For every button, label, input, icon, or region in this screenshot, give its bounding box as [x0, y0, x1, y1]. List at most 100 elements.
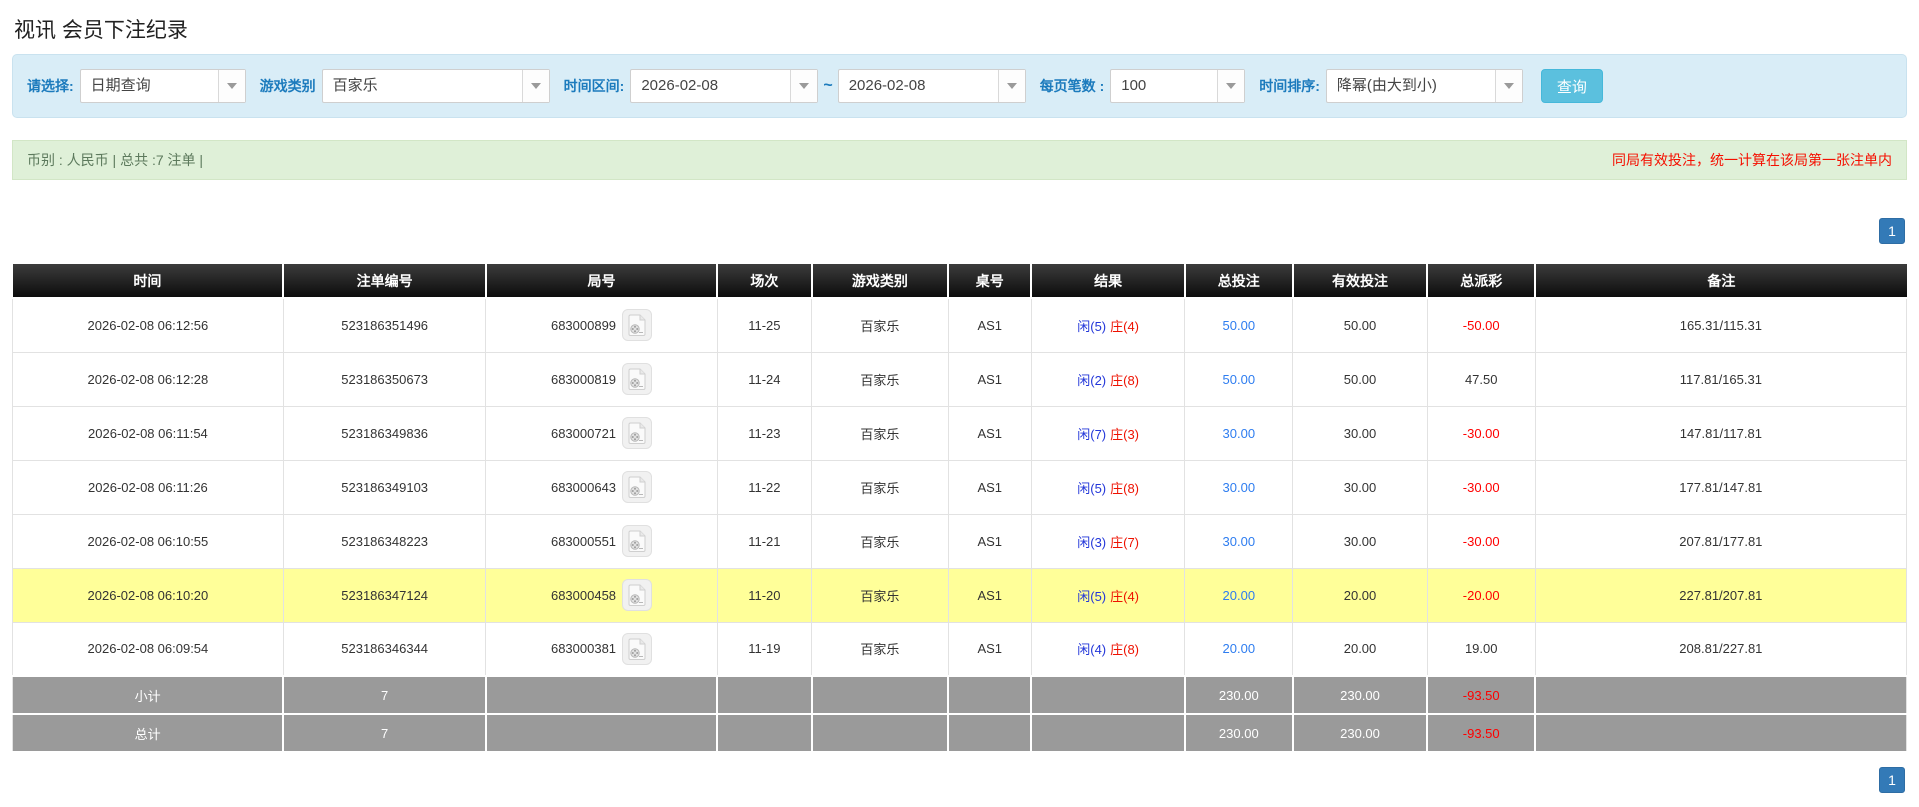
game-type-value: 百家乐	[323, 70, 522, 102]
subtotal-row: 小计7230.00230.00-93.50	[13, 676, 1907, 714]
cell-total-bet: 30.00	[1185, 406, 1293, 460]
cell-payout: 47.50	[1427, 352, 1535, 406]
header-remark: 备注	[1535, 264, 1906, 298]
cell-total-bet: 20.00	[1185, 622, 1293, 676]
cell-bet-id: 523186349836	[283, 406, 486, 460]
header-time: 时间	[13, 264, 284, 298]
video-file-icon[interactable]	[622, 579, 652, 611]
time-sort-value: 降幂(由大到小)	[1327, 70, 1495, 102]
search-button[interactable]: 查询	[1541, 69, 1603, 103]
cell-result: 闲(3)庄(7)	[1031, 514, 1184, 568]
cell-remark: 165.31/115.31	[1535, 298, 1906, 352]
summary-valid-bet: 230.00	[1293, 714, 1427, 752]
cell-valid-bet: 50.00	[1293, 298, 1427, 352]
cell-session: 11-19	[717, 622, 812, 676]
header-session: 场次	[717, 264, 812, 298]
time-sort-select[interactable]: 降幂(由大到小)	[1326, 69, 1523, 103]
cell-valid-bet: 30.00	[1293, 460, 1427, 514]
cell-round-id: 683000643	[486, 460, 717, 514]
cell-payout: -30.00	[1427, 406, 1535, 460]
page-title: 视讯 会员下注纪录	[14, 14, 1907, 44]
cell-bet-id: 523186346344	[283, 622, 486, 676]
cell-remark: 227.81/207.81	[1535, 568, 1906, 622]
time-sort-label: 时间排序:	[1259, 76, 1320, 96]
cell-session: 11-22	[717, 460, 812, 514]
cell-remark: 117.81/165.31	[1535, 352, 1906, 406]
cell-remark: 177.81/147.81	[1535, 460, 1906, 514]
cell-total-bet: 30.00	[1185, 514, 1293, 568]
total-bet-link[interactable]: 20.00	[1223, 641, 1256, 656]
cell-remark: 208.81/227.81	[1535, 622, 1906, 676]
cell-bet-id: 523186349103	[283, 460, 486, 514]
cell-session: 11-25	[717, 298, 812, 352]
select-type-label: 请选择:	[27, 76, 74, 96]
cell-valid-bet: 20.00	[1293, 622, 1427, 676]
query-type-select[interactable]: 日期查询	[80, 69, 246, 103]
total-bet-link[interactable]: 50.00	[1223, 372, 1256, 387]
page-1-button[interactable]: 1	[1879, 218, 1905, 244]
cell-total-bet: 30.00	[1185, 460, 1293, 514]
chevron-down-icon[interactable]	[998, 70, 1025, 102]
page-1-button[interactable]: 1	[1879, 767, 1905, 793]
summary-payout: -93.50	[1427, 676, 1535, 714]
cell-payout: -50.00	[1427, 298, 1535, 352]
summary-count: 7	[283, 676, 486, 714]
table-row: 2026-02-08 06:10:20523186347124683000458…	[13, 568, 1907, 622]
query-type-value: 日期查询	[81, 70, 218, 102]
chevron-down-icon[interactable]	[1217, 70, 1244, 102]
video-file-icon[interactable]	[622, 309, 652, 341]
pagination-top: 1	[12, 218, 1905, 244]
cell-game-type: 百家乐	[812, 514, 948, 568]
cell-time: 2026-02-08 06:10:55	[13, 514, 284, 568]
cell-round-id: 683000899	[486, 298, 717, 352]
date-to-select[interactable]: 2026-02-08	[838, 69, 1026, 103]
betting-records-table: 时间 注单编号 局号 场次 游戏类别 桌号 结果 总投注 有效投注 总派彩 备注…	[12, 264, 1907, 753]
total-row: 总计7230.00230.00-93.50	[13, 714, 1907, 752]
date-from-value: 2026-02-08	[631, 70, 790, 102]
page-size-select[interactable]: 100	[1110, 69, 1245, 103]
cell-round-id: 683000819	[486, 352, 717, 406]
summary-total-bet: 230.00	[1185, 714, 1293, 752]
header-game-type: 游戏类别	[812, 264, 948, 298]
cell-payout: -30.00	[1427, 514, 1535, 568]
cell-session: 11-21	[717, 514, 812, 568]
cell-total-bet: 50.00	[1185, 352, 1293, 406]
header-round-id: 局号	[486, 264, 717, 298]
info-bar: 币别 : 人民币 | 总共 :7 注单 | 同局有效投注，统一计算在该局第一张注…	[12, 140, 1907, 180]
summary-payout: -93.50	[1427, 714, 1535, 752]
chevron-down-icon[interactable]	[1495, 70, 1522, 102]
cell-bet-id: 523186347124	[283, 568, 486, 622]
chevron-down-icon[interactable]	[218, 70, 245, 102]
date-from-select[interactable]: 2026-02-08	[630, 69, 818, 103]
cell-valid-bet: 30.00	[1293, 406, 1427, 460]
total-bet-link[interactable]: 30.00	[1223, 534, 1256, 549]
filter-bar: 请选择: 日期查询 游戏类别 百家乐 时间区间: 2026-02-08 ~ 20…	[12, 54, 1907, 118]
cell-total-bet: 50.00	[1185, 298, 1293, 352]
video-file-icon[interactable]	[622, 525, 652, 557]
total-bet-link[interactable]: 30.00	[1223, 480, 1256, 495]
video-file-icon[interactable]	[622, 417, 652, 449]
video-file-icon[interactable]	[622, 363, 652, 395]
page-size-label: 每页笔数 :	[1040, 76, 1105, 96]
cell-time: 2026-02-08 06:12:56	[13, 298, 284, 352]
table-row: 2026-02-08 06:11:54523186349836683000721…	[13, 406, 1907, 460]
cell-round-id: 683000458	[486, 568, 717, 622]
cell-time: 2026-02-08 06:11:54	[13, 406, 284, 460]
cell-bet-id: 523186351496	[283, 298, 486, 352]
cell-remark: 207.81/177.81	[1535, 514, 1906, 568]
game-type-select[interactable]: 百家乐	[322, 69, 550, 103]
cell-session: 11-20	[717, 568, 812, 622]
chevron-down-icon[interactable]	[790, 70, 817, 102]
total-bet-link[interactable]: 50.00	[1223, 318, 1256, 333]
cell-table-no: AS1	[948, 568, 1031, 622]
total-bet-link[interactable]: 20.00	[1223, 588, 1256, 603]
cell-session: 11-24	[717, 352, 812, 406]
cell-time: 2026-02-08 06:09:54	[13, 622, 284, 676]
cell-payout: 19.00	[1427, 622, 1535, 676]
video-file-icon[interactable]	[622, 633, 652, 665]
video-file-icon[interactable]	[622, 471, 652, 503]
chevron-down-icon[interactable]	[522, 70, 549, 102]
cell-game-type: 百家乐	[812, 460, 948, 514]
total-bet-link[interactable]: 30.00	[1223, 426, 1256, 441]
cell-result: 闲(5)庄(8)	[1031, 460, 1184, 514]
